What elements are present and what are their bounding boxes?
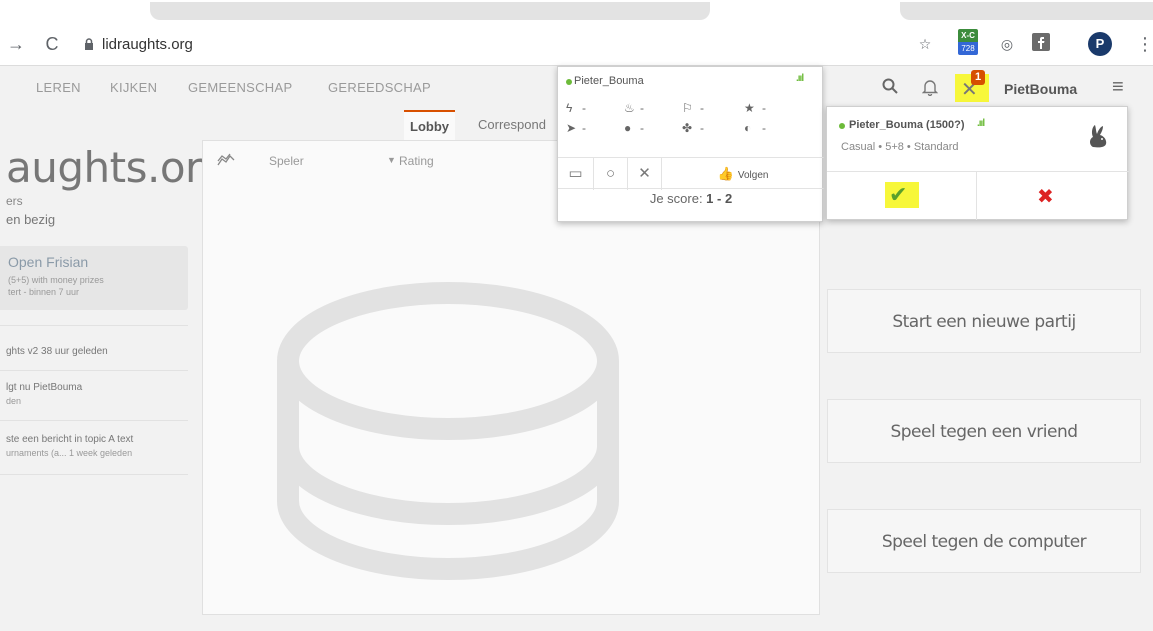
stat-value: - [762, 121, 766, 135]
blitz-icon: ♨ [624, 101, 635, 115]
timeline-time: den [6, 396, 22, 406]
address-bar[interactable]: lidraughts.org [84, 29, 904, 59]
nav-learn[interactable]: LEREN [36, 80, 81, 95]
facebook-icon [1032, 33, 1050, 51]
score-prefix: Je score: [649, 191, 707, 206]
play-computer-button[interactable]: Speel tegen de computer [827, 509, 1141, 573]
challenge-description: Casual • 5+8 • Standard [841, 141, 959, 153]
timeline-item[interactable]: ste een bericht in topic A text [6, 434, 133, 445]
sort-down-icon: ▼ [387, 155, 396, 165]
accept-button[interactable]: ✔ [827, 171, 977, 220]
nav-watch[interactable]: KIJKEN [110, 80, 157, 95]
tab-lobby[interactable]: Lobby [404, 110, 455, 140]
stat-value: - [700, 101, 704, 115]
column-rating[interactable]: Rating [399, 154, 434, 168]
check-icon: ✔ [889, 182, 908, 207]
timeline-time: urnaments (a... 1 week geleden [6, 448, 133, 458]
challenger-name[interactable]: Pieter_Bouma (1500?) [849, 119, 965, 131]
nav-tools[interactable]: GEREEDSCHAP [328, 80, 431, 95]
user-menu[interactable]: PietBouma [1004, 81, 1077, 97]
new-game-button[interactable]: Start een nieuwe partij [827, 289, 1141, 353]
lock-icon [85, 38, 93, 50]
puzzle-icon: ✤ [682, 121, 693, 135]
tab-correspondence[interactable]: Correspond [472, 110, 552, 140]
star-icon: ★ [744, 101, 755, 115]
rabbit-icon [1085, 123, 1111, 156]
signal-icon: .ııl [977, 118, 985, 129]
bullet-icon: ϟ [566, 101, 573, 115]
rapid-icon: ⚐ [682, 101, 693, 115]
stat-value: - [762, 101, 766, 115]
nav-community[interactable]: GEMEENSCHAP [188, 80, 292, 95]
extension-circle-icon[interactable]: ◎ [996, 33, 1018, 55]
tv-icon[interactable]: ▭ [558, 158, 594, 190]
follow-button[interactable]: 👍 Volgen [662, 158, 824, 190]
url-text: lidraughts.org [102, 35, 193, 53]
divider [0, 370, 188, 371]
players-count[interactable]: ers [6, 194, 23, 208]
tournament-start: tert - binnen 7 uur [8, 287, 80, 297]
site-logo[interactable]: aughts.org [6, 143, 228, 192]
stat-value: - [640, 101, 644, 115]
facebook-icon[interactable] [1030, 33, 1052, 55]
timeline-item[interactable]: ghts v2 38 uur geleden [6, 346, 108, 357]
browser-tab-strip [0, 0, 1153, 22]
online-status-dot [566, 79, 572, 85]
classical-icon: ● [624, 121, 632, 135]
tournament-info: (5+5) with money prizes [8, 275, 104, 285]
cursor-icon: ➤ [566, 121, 577, 135]
star-icon[interactable]: ☆ [914, 33, 936, 55]
database-icon [277, 282, 619, 580]
tournament-card[interactable]: Open Frisian (5+5) with money prizes ter… [0, 246, 188, 310]
back-arrow-icon[interactable]: → [4, 32, 28, 56]
extension-icon[interactable]: X-C 728 [958, 29, 978, 57]
stat-value: - [640, 121, 644, 135]
frisian-icon: ◐ [744, 121, 752, 135]
reload-icon[interactable]: C [40, 32, 64, 56]
browser-tab[interactable] [150, 2, 710, 20]
score-text: Je score: 1 - 2 [558, 191, 824, 206]
stat-value: - [700, 121, 704, 135]
bell-icon[interactable] [921, 78, 939, 101]
timeline-item[interactable]: lgt nu PietBouma [6, 382, 82, 393]
challenge-count-badge: 1 [971, 70, 985, 85]
thumbs-up-icon: 👍 [717, 166, 734, 181]
player-actions: ▭ ○ ✕ 👍 Volgen [558, 157, 824, 190]
divider [0, 474, 188, 475]
stat-value: - [582, 101, 586, 115]
stat-value: - [582, 121, 586, 135]
challenge-icon[interactable]: ✕ [628, 158, 662, 190]
score-value: 1 - 2 [706, 191, 733, 206]
column-player[interactable]: Speler [269, 154, 304, 168]
extension-badge-top: X-C [958, 29, 978, 42]
player-popup: Pieter_Bouma .ııl ϟ - ♨ - ⚐ - ★ - ➤ - ● … [557, 66, 824, 222]
challenge-button[interactable]: ✕ 1 [955, 70, 989, 102]
browser-toolbar: → C lidraughts.org ☆ X-C 728 ◎ P ⋮ [0, 22, 1153, 66]
player-name[interactable]: Pieter_Bouma [574, 75, 644, 87]
search-icon[interactable] [882, 78, 898, 99]
divider [0, 325, 188, 326]
profile-avatar[interactable]: P [1088, 32, 1112, 56]
online-status-dot [839, 123, 845, 129]
hamburger-icon[interactable]: ≡ [1112, 76, 1124, 99]
signal-icon: .ııl [796, 73, 804, 84]
challenge-popup: Pieter_Bouma (1500?) .ııl Casual • 5+8 •… [826, 106, 1129, 220]
close-icon: ✖ [1037, 186, 1054, 208]
browser-tab[interactable] [900, 2, 1153, 20]
message-icon[interactable]: ○ [594, 158, 628, 190]
games-count[interactable]: en bezig [6, 212, 55, 227]
graph-icon[interactable] [217, 151, 235, 172]
tournament-title: Open Frisian [8, 254, 89, 270]
decline-button[interactable]: ✖ [977, 171, 1129, 220]
play-friend-button[interactable]: Speel tegen een vriend [827, 399, 1141, 463]
divider [0, 420, 188, 421]
extension-badge-count: 728 [958, 42, 978, 55]
follow-label: Volgen [737, 170, 769, 181]
browser-menu-icon[interactable]: ⋮ [1136, 32, 1153, 56]
